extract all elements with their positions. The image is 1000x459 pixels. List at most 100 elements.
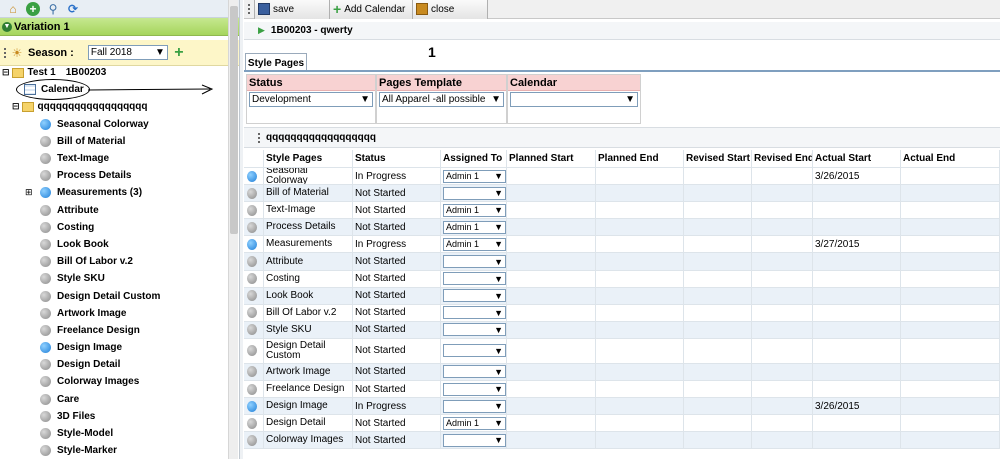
grid-header-cell[interactable]: Planned Start [507,150,596,167]
add-calendar-button[interactable]: + Add Calendar [330,0,413,19]
table-row[interactable]: Artwork Image Not Started ▼ [244,363,1000,382]
not-started-status-icon [40,153,51,165]
assigned-to-select[interactable]: Admin 1 ▼ [443,203,506,217]
grid-header-cell[interactable]: Revised End [752,150,813,167]
table-row[interactable]: Costing Not Started ▼ [244,270,1000,288]
tree-item[interactable]: Colorway Images [0,373,228,390]
assigned-to-select[interactable]: ▼ [443,306,506,320]
tree-item[interactable]: Costing [0,219,228,236]
table-row[interactable]: Freelance Design Not Started ▼ [244,381,1000,399]
tree-item[interactable]: Style-Model [0,425,228,442]
calendar-select[interactable]: ▼ [510,92,638,107]
assigned-to-select[interactable]: Admin 1 ▼ [443,416,506,430]
close-button[interactable]: close [413,0,488,19]
variation-header[interactable]: ▼ Variation 1 [0,18,243,36]
actual-end-cell [901,236,1000,253]
style-page-cell: Design Detail [264,415,353,432]
table-row[interactable]: Design Detail Not Started Admin 1 ▼ [244,415,1000,433]
add-season-icon[interactable]: + [172,44,186,60]
tree-item[interactable]: Style-Marker [0,442,228,459]
assigned-to-select[interactable]: ▼ [443,382,506,396]
tab-number: 1 [428,44,436,60]
assigned-to-select[interactable]: ▼ [443,344,506,358]
grid-header-cell[interactable]: Style Pages [264,150,353,167]
add-icon: + [333,1,342,17]
tree-item[interactable]: Style SKU [0,270,228,287]
grid-header-cell[interactable]: Revised Start [684,150,752,167]
assigned-to-cell: Admin 1 ▼ [441,202,507,219]
not-started-status-icon [40,273,51,285]
save-button[interactable]: save [254,0,330,19]
panel-splitter[interactable] [239,0,243,459]
table-row[interactable]: Process Details Not Started Admin 1 ▼ [244,219,1000,237]
grid-header-cell[interactable]: Actual Start [813,150,901,167]
grid-header-cell[interactable]: Planned End [596,150,684,167]
assigned-to-select[interactable]: Admin 1 ▼ [443,237,506,251]
tree-item[interactable]: Care [0,391,228,408]
assigned-to-select[interactable]: ▼ [443,433,506,447]
assigned-to-select[interactable]: ▼ [443,365,506,379]
table-row[interactable]: Attribute Not Started ▼ [244,253,1000,271]
table-row[interactable]: Design Image In Progress ▼ 3/26/2015 [244,398,1000,416]
assigned-to-select[interactable]: ▼ [443,272,506,286]
tree-item[interactable]: Process Details [0,167,228,184]
collapse-icon[interactable]: ⊟ [2,67,10,78]
chevron-down-icon: ▼ [494,256,503,267]
tree-item[interactable]: Freelance Design [0,322,228,339]
left-scrollbar[interactable] [228,0,238,459]
assigned-to-select[interactable]: ▼ [443,289,506,303]
tree-folder[interactable]: ⊟ qqqqqqqqqqqqqqqqqq [0,98,228,115]
table-row[interactable]: Seasonal Colorway In Progress Admin 1 ▼ 3/26… [244,168,1000,186]
tree-item[interactable]: ⊞ Measurements (3) [0,184,228,201]
season-select[interactable]: Fall 2018 ▼ [87,45,168,60]
tree-item[interactable]: Text-Image [0,150,228,167]
collapse-icon[interactable]: ⊟ [12,101,20,112]
assigned-to-select[interactable]: Admin 1 ▼ [443,220,506,234]
search-icon[interactable]: ⚲ [46,2,60,16]
tree-item[interactable]: Bill Of Labor v.2 [0,253,228,270]
template-select[interactable]: All Apparel -all possible ▼ [379,92,504,107]
table-row[interactable]: Bill of Material Not Started ▼ [244,185,1000,203]
grid-header-cell[interactable]: Actual End [901,150,1000,167]
table-row[interactable]: Measurements In Progress Admin 1 ▼ 3/27/2015 [244,236,1000,254]
tree-item[interactable]: 3D Files [0,408,228,425]
tree-item[interactable]: Seasonal Colorway [0,116,228,133]
tree-item[interactable]: Design Image [0,339,228,356]
tree-item[interactable]: Look Book [0,236,228,253]
assigned-to-select[interactable]: ▼ [443,186,506,200]
tree-item[interactable]: Artwork Image [0,305,228,322]
table-row[interactable]: Look Book Not Started ▼ [244,287,1000,305]
tree-item[interactable]: Design Detail [0,356,228,373]
planned-end-cell [596,253,684,270]
assigned-to-select[interactable]: ▼ [443,399,506,413]
tree-root[interactable]: ⊟ Test 1 1B00203 [0,64,228,81]
home-icon[interactable]: ⌂ [6,2,20,16]
tree-item[interactable]: Attribute [0,202,228,219]
add-icon[interactable]: + [26,1,40,16]
table-row[interactable]: Text-Image Not Started Admin 1 ▼ [244,202,1000,220]
table-row[interactable]: Colorway Images Not Started ▼ [244,432,1000,450]
scroll-thumb[interactable] [230,6,238,234]
tree-item-label: Design Detail Custom [57,290,161,302]
style-page-cell: Text-Image [264,202,353,219]
grid-header-cell[interactable]: Status [353,150,441,167]
tree-item[interactable]: Design Detail Custom [0,287,228,304]
tree-calendar[interactable]: Calendar [0,79,228,101]
status-select[interactable]: Development ▼ [249,92,373,107]
chevron-down-icon: ▼ [494,290,503,301]
grid-header-cell[interactable]: Assigned To [441,150,507,167]
status-cell: Not Started [353,338,441,363]
style-page-cell: Process Details [264,219,353,236]
table-row[interactable]: Style SKU Not Started ▼ [244,321,1000,339]
assigned-to-select[interactable]: ▼ [443,323,506,337]
tree-item[interactable]: Bill of Material [0,133,228,150]
in-progress-status-icon [40,118,51,130]
table-row[interactable]: Design Detail Custom Not Started ▼ [244,338,1000,364]
assigned-to-select[interactable]: ▼ [443,255,506,269]
style-page-cell: Design Detail Custom [264,338,353,363]
table-row[interactable]: Bill Of Labor v.2 Not Started ▼ [244,304,1000,322]
tree-item-label: Look Book [57,238,109,250]
expand-icon[interactable]: ⊞ [25,187,33,198]
refresh-icon[interactable]: ⟳ [66,2,80,16]
assigned-to-select[interactable]: Admin 1 ▼ [443,169,506,183]
